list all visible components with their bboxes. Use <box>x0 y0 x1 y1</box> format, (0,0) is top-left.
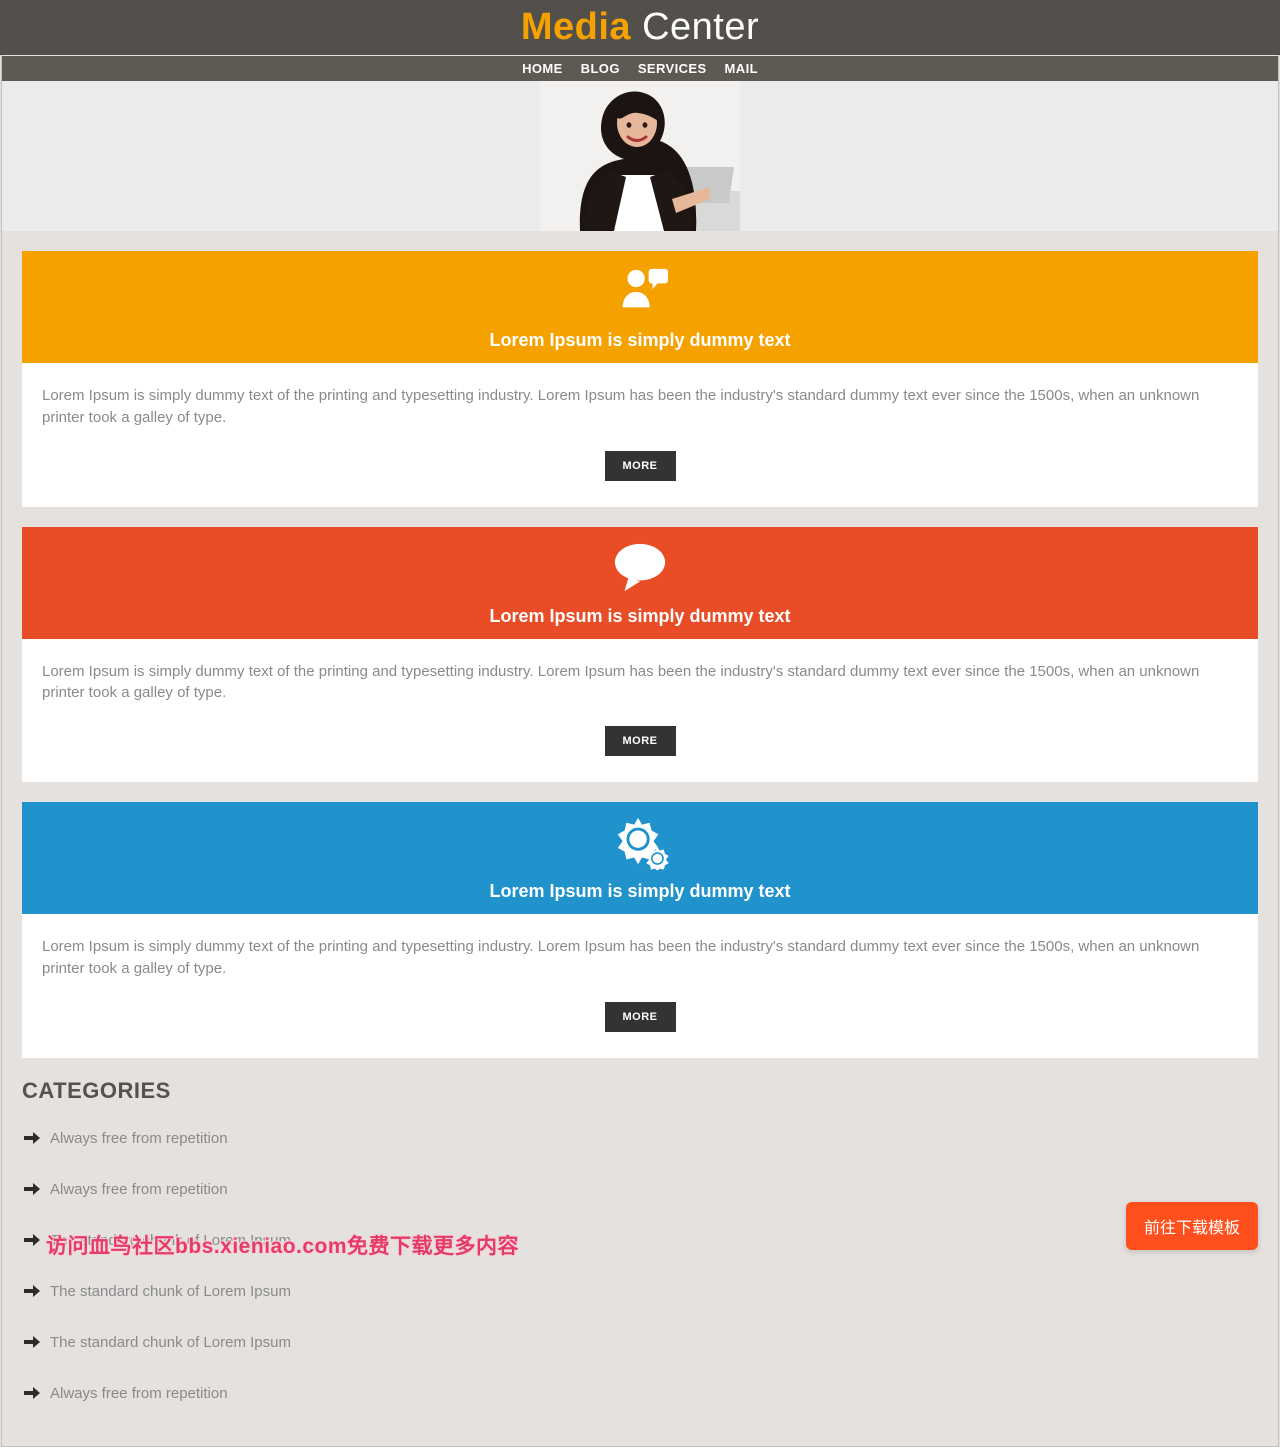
category-link[interactable]: The standard chunk of Lorem Ipsum <box>50 1232 291 1249</box>
nav-services[interactable]: SERVICES <box>638 61 707 76</box>
card-text: Lorem Ipsum is simply dummy text of the … <box>42 661 1238 705</box>
card-title: Lorem Ipsum is simply dummy text <box>32 881 1248 902</box>
card-body: Lorem Ipsum is simply dummy text of the … <box>22 639 1258 783</box>
category-item: Always free from repetition <box>22 1171 1258 1222</box>
more-button[interactable]: MORE <box>605 451 676 481</box>
brand-second: Center <box>631 6 759 48</box>
category-link[interactable]: Always free from repetition <box>50 1181 228 1198</box>
arrow-right-icon <box>24 1182 40 1196</box>
category-item: The standard chunk of Lorem Ipsum <box>22 1273 1258 1324</box>
nav-home[interactable]: HOME <box>522 61 563 76</box>
category-link[interactable]: The standard chunk of Lorem Ipsum <box>50 1334 291 1351</box>
category-link[interactable]: Always free from repetition <box>50 1130 228 1147</box>
gears-icon <box>611 816 669 875</box>
more-button[interactable]: MORE <box>605 1002 676 1032</box>
categories-heading: CATEGORIES <box>22 1078 1258 1104</box>
arrow-right-icon <box>24 1233 40 1247</box>
arrow-right-icon <box>24 1284 40 1298</box>
card-text: Lorem Ipsum is simply dummy text of the … <box>42 936 1238 980</box>
hero-image <box>540 81 740 231</box>
card-text: Lorem Ipsum is simply dummy text of the … <box>42 385 1238 429</box>
brand-first: Media <box>521 6 631 48</box>
category-item: The standard chunk of Lorem Ipsum <box>22 1324 1258 1375</box>
chat-bubble-icon <box>611 541 669 600</box>
person-speech-icon <box>611 265 669 324</box>
more-button[interactable]: MORE <box>605 726 676 756</box>
header: Media Center <box>0 0 1280 55</box>
category-item: Always free from repetition <box>22 1120 1258 1171</box>
category-link[interactable]: Always free from repetition <box>50 1385 228 1402</box>
arrow-right-icon <box>24 1131 40 1145</box>
nav-mail[interactable]: MAIL <box>725 61 758 76</box>
main-nav: HOME BLOG SERVICES MAIL <box>2 55 1278 81</box>
card-title: Lorem Ipsum is simply dummy text <box>32 330 1248 351</box>
download-template-button[interactable]: 前往下载模板 <box>1126 1202 1258 1250</box>
category-item: The standard chunk of Lorem Ipsum <box>22 1222 1258 1273</box>
brand: Media Center <box>521 6 759 49</box>
arrow-right-icon <box>24 1335 40 1349</box>
nav-blog[interactable]: BLOG <box>581 61 620 76</box>
card-head: Lorem Ipsum is simply dummy text <box>22 802 1258 914</box>
feature-card: Lorem Ipsum is simply dummy text Lorem I… <box>22 251 1258 507</box>
feature-card: Lorem Ipsum is simply dummy text Lorem I… <box>22 802 1258 1058</box>
feature-card: Lorem Ipsum is simply dummy text Lorem I… <box>22 527 1258 783</box>
card-body: Lorem Ipsum is simply dummy text of the … <box>22 363 1258 507</box>
card-title: Lorem Ipsum is simply dummy text <box>32 606 1248 627</box>
category-item: Always free from repetition <box>22 1375 1258 1426</box>
card-head: Lorem Ipsum is simply dummy text <box>22 251 1258 363</box>
card-head: Lorem Ipsum is simply dummy text <box>22 527 1258 639</box>
hero <box>2 81 1278 231</box>
categories-section: CATEGORIES Always free from repetition A… <box>22 1078 1258 1426</box>
categories-list: Always free from repetition Always free … <box>22 1120 1258 1426</box>
category-link[interactable]: The standard chunk of Lorem Ipsum <box>50 1283 291 1300</box>
arrow-right-icon <box>24 1386 40 1400</box>
card-body: Lorem Ipsum is simply dummy text of the … <box>22 914 1258 1058</box>
